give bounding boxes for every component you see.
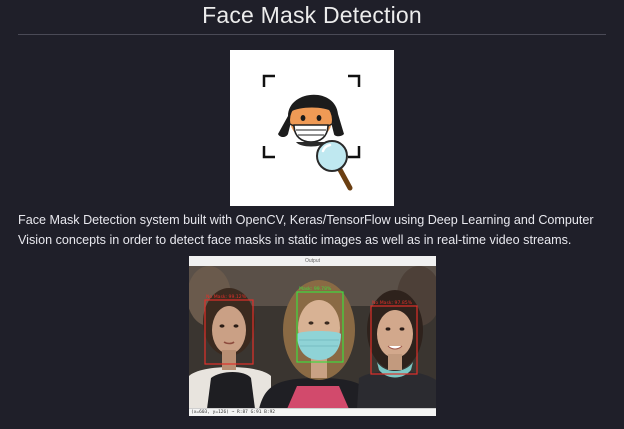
detection-label-3: No Mask: 97.85%	[372, 300, 413, 306]
detection-label-1: No Mask: 99.12%	[206, 294, 247, 300]
project-logo	[230, 50, 394, 206]
project-description: Face Mask Detection system built with Op…	[18, 213, 594, 247]
window-statusbar: (x=603, y=126) ~ R:87 G:91 B:92	[189, 408, 436, 416]
page-title: Face Mask Detection	[202, 2, 422, 28]
demo-photo: No Mask: 99.12% Mask: 99.78% No Mask: 97…	[189, 266, 436, 409]
demo-output-window: Output No Mask: 99.12% Mask: 99.78% No M…	[189, 256, 436, 416]
detection-label-2: Mask: 99.78%	[299, 286, 332, 292]
masked-face-magnifier-icon	[262, 74, 361, 191]
pixel-info-status: (x=603, y=126) ~ R:87 G:91 B:92	[191, 410, 275, 415]
title-divider	[18, 34, 606, 35]
window-title: Output	[304, 258, 320, 264]
